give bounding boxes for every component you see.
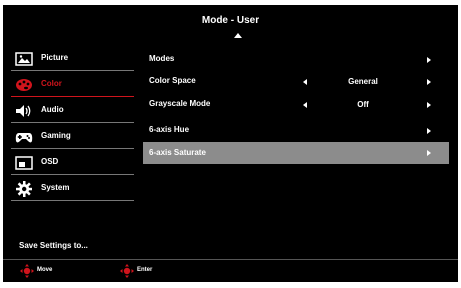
- setting-label: 6-axis Hue: [149, 125, 190, 134]
- divider: [11, 174, 134, 175]
- sidebar-item-label: Audio: [41, 105, 64, 114]
- arrow-right-icon[interactable]: [427, 102, 431, 108]
- sidebar-item-system[interactable]: System: [11, 177, 134, 201]
- gear-icon: [16, 181, 32, 197]
- color-icon: [16, 79, 32, 91]
- sidebar-item-label: System: [41, 183, 70, 192]
- osd-title: Mode - User: [201, 15, 260, 26]
- setting-value: Off: [357, 100, 369, 109]
- setting-row-grayscale-mode[interactable]: Grayscale Mode Off: [143, 93, 449, 115]
- arrow-right-icon[interactable]: [427, 79, 431, 85]
- divider: [11, 96, 134, 97]
- sidebar-item-picture[interactable]: Picture: [11, 47, 134, 71]
- setting-row-color-space[interactable]: Color Space General: [143, 70, 449, 92]
- enter-label: Enter: [137, 267, 153, 273]
- sidebar-item-label: OSD: [41, 157, 59, 166]
- sidebar-item-label: Color: [41, 79, 62, 88]
- setting-row-6-axis-hue[interactable]: 6-axis Hue: [143, 119, 449, 141]
- arrow-right-icon[interactable]: [427, 150, 431, 156]
- footer-divider: [3, 259, 458, 260]
- divider: [11, 70, 134, 71]
- setting-row-6-axis-saturate[interactable]: 6-axis Saturate: [143, 142, 449, 164]
- divider: [11, 122, 134, 123]
- setting-value: General: [348, 77, 378, 86]
- monitor-osd-menu: Mode - User Picture Color Audio Gaming O…: [3, 5, 458, 282]
- divider: [11, 200, 134, 201]
- move-label: Move: [37, 267, 53, 273]
- setting-label: Grayscale Mode: [149, 99, 211, 108]
- divider: [11, 148, 134, 149]
- save-settings-button[interactable]: Save Settings to...: [19, 241, 88, 250]
- setting-label: 6-axis Saturate: [149, 148, 206, 157]
- scroll-up-arrow-icon[interactable]: [234, 33, 242, 38]
- sidebar-item-osd[interactable]: OSD: [11, 151, 134, 175]
- picture-icon: [15, 52, 33, 66]
- move-dpad-icon: [20, 264, 34, 278]
- osd-icon: [15, 156, 33, 170]
- speaker-icon: [16, 105, 31, 117]
- gamepad-icon: [15, 133, 33, 143]
- osd-header: Mode - User: [3, 5, 458, 39]
- arrow-right-icon[interactable]: [427, 128, 431, 134]
- sidebar-item-color[interactable]: Color: [11, 73, 134, 97]
- arrow-right-icon[interactable]: [427, 57, 431, 63]
- sidebar-item-label: Gaming: [41, 131, 71, 140]
- arrow-left-icon[interactable]: [303, 102, 307, 108]
- setting-label: Modes: [149, 54, 175, 63]
- arrow-left-icon[interactable]: [303, 79, 307, 85]
- sidebar-item-audio[interactable]: Audio: [11, 99, 134, 123]
- setting-label: Color Space: [149, 76, 196, 85]
- sidebar-item-label: Picture: [41, 53, 69, 62]
- sidebar-item-gaming[interactable]: Gaming: [11, 125, 134, 149]
- setting-row-modes[interactable]: Modes: [143, 48, 449, 70]
- enter-dpad-icon: [120, 264, 134, 278]
